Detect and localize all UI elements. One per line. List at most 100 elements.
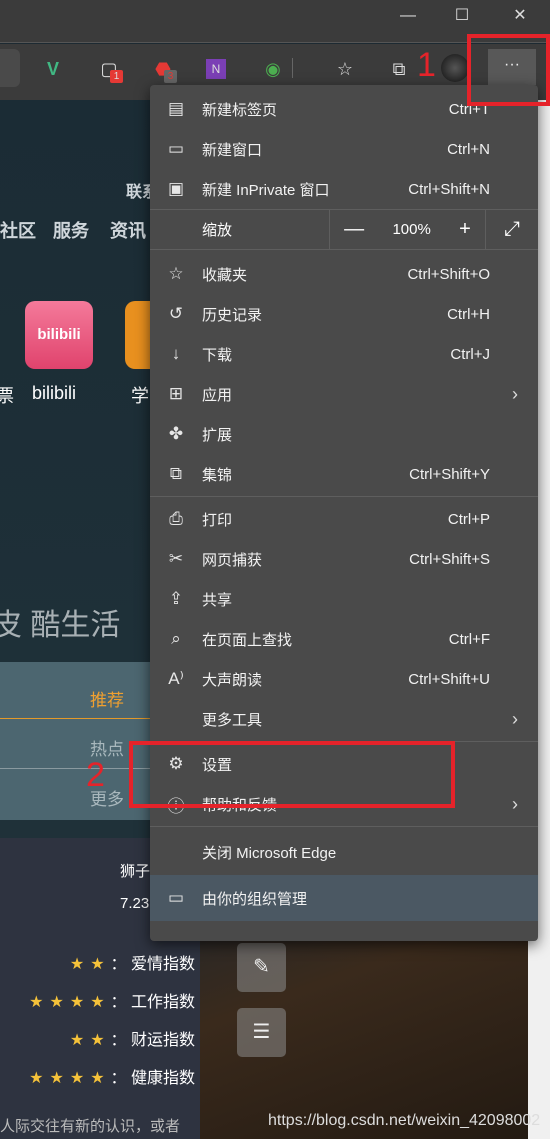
menu-item-new-window[interactable]: ▭ 新建窗口 Ctrl+N bbox=[150, 129, 538, 169]
menu-item-read-aloud[interactable]: A⁾ 大声朗读 Ctrl+Shift+U bbox=[150, 659, 538, 699]
settings-menu: ▤ 新建标签页 Ctrl+T ▭ 新建窗口 Ctrl+N ▣ 新建 InPrivate 窗口 C… bbox=[150, 85, 538, 941]
briefcase-icon: ▭ bbox=[167, 888, 185, 907]
nav-services[interactable]: 服务 bbox=[53, 217, 89, 243]
annotation-box-2 bbox=[129, 741, 455, 808]
minimize-button[interactable]: — bbox=[393, 4, 423, 28]
menu-item-apps[interactable]: ⊞ 应用 › bbox=[150, 374, 538, 414]
read-aloud-icon: A⁾ bbox=[168, 669, 184, 688]
menu-shortcut: Ctrl+Shift+U bbox=[408, 670, 490, 688]
nav-news[interactable]: 资讯 bbox=[110, 217, 146, 243]
menu-label: 大声朗读 bbox=[202, 671, 263, 689]
menu-item-extensions[interactable]: ✤ 扩展 bbox=[150, 414, 538, 454]
menu-item-web-capture[interactable]: ✂ 网页捕获 Ctrl+Shift+S bbox=[150, 539, 538, 579]
address-bar-edge[interactable] bbox=[0, 49, 20, 87]
extension-icon[interactable]: ▢ 1 bbox=[96, 56, 123, 83]
star-icon: ★ bbox=[29, 1070, 44, 1087]
horoscope-label: ： 爱情指数 bbox=[110, 956, 195, 973]
app-label-partial: 票 bbox=[0, 386, 14, 406]
menu-item-close-edge[interactable]: 关闭 Microsoft Edge bbox=[150, 829, 538, 875]
menu-item-print[interactable]: ⎙ 打印 Ctrl+P bbox=[150, 499, 538, 539]
horoscope-row: ★ ★ ： 财运指数 bbox=[70, 1026, 195, 1050]
star-icon: ★ bbox=[29, 994, 44, 1011]
bilibili-app-icon[interactable]: bilibili bbox=[25, 301, 93, 369]
new-tab-icon: ▤ bbox=[167, 99, 185, 118]
star-icon: ★ bbox=[90, 956, 105, 973]
menu-label: 网页捕获 bbox=[202, 551, 263, 569]
tab-underline bbox=[0, 718, 150, 719]
adblock-plus-icon[interactable]: ⬣ 3 bbox=[150, 56, 177, 83]
menu-shortcut: Ctrl+Shift+Y bbox=[409, 465, 490, 483]
share-icon: ⇪ bbox=[168, 589, 184, 608]
menu-label: 收藏夹 bbox=[202, 266, 248, 284]
menu-label: 关闭 Microsoft Edge bbox=[202, 844, 337, 862]
menu-item-share[interactable]: ⇪ 共享 bbox=[150, 579, 538, 619]
menu-label: 集锦 bbox=[202, 466, 233, 484]
profile-avatar[interactable] bbox=[441, 54, 469, 82]
menu-label: 共享 bbox=[202, 591, 233, 609]
menu-shortcut: Ctrl+F bbox=[448, 630, 490, 648]
menu-item-find[interactable]: ⌕ 在页面上查找 Ctrl+F bbox=[150, 619, 538, 659]
star-icon: ★ bbox=[90, 1032, 105, 1049]
annotation-number-1: 1 bbox=[417, 46, 436, 84]
menu-item-collections[interactable]: ⧉ 集锦 Ctrl+Shift+Y bbox=[150, 454, 538, 494]
find-icon: ⌕ bbox=[171, 629, 181, 648]
toolbar-divider bbox=[292, 58, 293, 78]
menu-label: 扩展 bbox=[202, 426, 233, 444]
star-icon: ★ bbox=[49, 1070, 64, 1087]
menu-item-more-tools[interactable]: 更多工具 › bbox=[150, 699, 538, 739]
history-icon: ↺ bbox=[168, 304, 184, 323]
menu-item-download[interactable]: ↓ 下载 Ctrl+J bbox=[150, 334, 538, 374]
zoom-out-button[interactable]: — bbox=[344, 218, 364, 241]
maximize-button[interactable]: ☐ bbox=[447, 4, 477, 28]
star-icon: ★ bbox=[69, 994, 85, 1011]
news-tabs: 推荐 热点 更多 bbox=[0, 662, 150, 820]
close-window-button[interactable]: ✕ bbox=[505, 4, 535, 28]
horoscope-label: ： 健康指数 bbox=[110, 1070, 195, 1087]
onenote-icon[interactable]: N bbox=[206, 59, 226, 79]
nav-community[interactable]: 社区 bbox=[0, 217, 36, 243]
apps-icon: ⊞ bbox=[168, 384, 184, 403]
menu-label: 新建 InPrivate 窗口 bbox=[202, 181, 330, 199]
edit-icon[interactable]: ✎ bbox=[237, 943, 286, 992]
star-icon: ★ bbox=[69, 956, 85, 973]
idm-icon[interactable]: ◉ bbox=[260, 56, 286, 82]
zoom-in-button[interactable]: + bbox=[459, 218, 471, 241]
horoscope-label: ： 工作指数 bbox=[110, 994, 195, 1011]
menu-item-managed[interactable]: ▭ 由你的组织管理 bbox=[150, 875, 538, 921]
menu-shortcut: Ctrl+Shift+S bbox=[409, 550, 490, 568]
chevron-right-icon: › bbox=[512, 793, 518, 814]
horoscope-row: ★ ★ ★ ★ ： 健康指数 bbox=[29, 1064, 195, 1088]
menu-label: 新建窗口 bbox=[202, 141, 263, 159]
menu-item-inprivate[interactable]: ▣ 新建 InPrivate 窗口 Ctrl+Shift+N bbox=[150, 169, 538, 209]
menu-label: 历史记录 bbox=[202, 306, 263, 324]
menu-label: 由你的组织管理 bbox=[202, 890, 308, 908]
chevron-right-icon: › bbox=[512, 708, 518, 729]
star-icon: ★ bbox=[90, 1070, 105, 1087]
study-app-label[interactable]: 学 bbox=[131, 382, 149, 408]
favorites-icon[interactable]: ☆ bbox=[332, 56, 358, 82]
collections-icon: ⧉ bbox=[169, 464, 183, 483]
menu-item-history[interactable]: ↺ 历史记录 Ctrl+H bbox=[150, 294, 538, 334]
collections-icon[interactable]: ⧉ bbox=[386, 56, 412, 82]
tab-divider bbox=[0, 768, 150, 769]
menu-label: 更多工具 bbox=[202, 711, 263, 729]
menu-item-favorites[interactable]: ☆ 收藏夹 Ctrl+Shift+O bbox=[150, 254, 538, 294]
bilibili-logo-text: bilibili bbox=[37, 326, 81, 343]
watermark: https://blog.csdn.net/weixin_42098002 bbox=[268, 1112, 541, 1129]
tab-recommend[interactable]: 推荐 bbox=[90, 686, 124, 711]
zoom-value: 100% bbox=[392, 221, 431, 238]
menu-shortcut: Ctrl+Shift+N bbox=[408, 180, 490, 198]
fullscreen-icon[interactable]: ⤢ bbox=[486, 218, 538, 241]
menu-shortcut: Ctrl+Shift+O bbox=[407, 265, 490, 283]
bilibili-label[interactable]: bilibili bbox=[32, 383, 76, 404]
menu-shortcut: Ctrl+H bbox=[447, 305, 490, 323]
menu-label: 在页面上查找 bbox=[202, 631, 293, 649]
horoscope-sign: 狮子 bbox=[120, 863, 151, 880]
star-icon: ★ bbox=[90, 994, 105, 1011]
menu-label: 应用 bbox=[202, 386, 233, 404]
list-icon[interactable]: ☰ bbox=[237, 1008, 286, 1057]
extension-badge: 1 bbox=[110, 70, 123, 83]
horoscope-text: 人际交往有新的认识，或者 bbox=[0, 1118, 181, 1135]
vue-devtools-icon[interactable]: V bbox=[40, 56, 66, 82]
inprivate-icon: ▣ bbox=[167, 179, 185, 198]
